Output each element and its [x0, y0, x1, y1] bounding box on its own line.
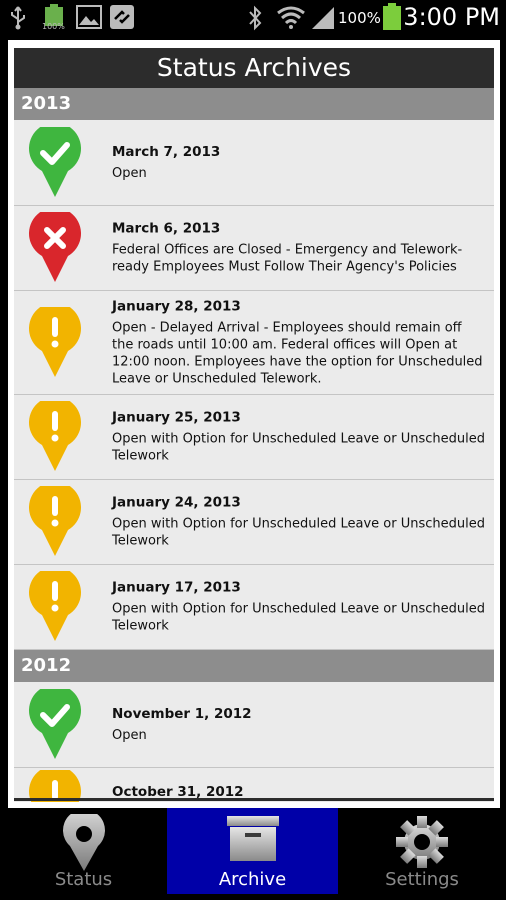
alert-pin-icon — [28, 571, 82, 643]
signal-icon — [310, 5, 336, 35]
battery-small-label: 100% — [42, 22, 65, 31]
archive-panel: Status Archives 2013 March 7, 2013 Open … — [8, 40, 500, 808]
list-item[interactable]: January 24, 2013 Open with Option for Un… — [14, 480, 494, 565]
wifi-icon — [276, 5, 306, 33]
open-pin-icon — [28, 126, 82, 199]
bluetooth-icon — [248, 5, 262, 35]
list-item[interactable]: January 17, 2013 Open with Option for Un… — [14, 565, 494, 650]
battery-full-icon — [44, 4, 64, 36]
list-item[interactable]: March 7, 2013 Open — [14, 120, 494, 206]
list-bottom-divider — [14, 798, 494, 801]
list-item[interactable]: January 25, 2013 Open with Option for Un… — [14, 395, 494, 480]
item-status: Federal Offices are Closed - Emergency a… — [112, 242, 463, 275]
usb-icon — [8, 5, 28, 35]
archive-list[interactable]: 2013 March 7, 2013 Open March 6, 2013 Fe… — [14, 88, 494, 802]
alert-pin-icon — [28, 486, 82, 558]
tab-bar: Status Archive Settings — [0, 808, 506, 900]
gallery-icon — [76, 5, 102, 33]
item-status: Open - Delayed Arrival - Employees shoul… — [112, 320, 483, 386]
item-date: January 28, 2013 — [112, 298, 241, 314]
item-date: January 25, 2013 — [112, 409, 241, 426]
year-header: 2013 — [14, 88, 494, 120]
item-date: November 1, 2012 — [112, 705, 252, 722]
archive-box-icon — [225, 814, 281, 868]
tab-label: Status — [54, 869, 113, 890]
open-pin-icon — [28, 688, 82, 761]
page-title: Status Archives — [14, 48, 494, 88]
tab-settings[interactable]: Settings — [338, 808, 506, 894]
item-status: Open with Option for Unscheduled Leave o… — [112, 601, 485, 634]
list-item[interactable]: March 6, 2013 Federal Offices are Closed… — [14, 206, 494, 291]
sync-icon — [110, 5, 134, 33]
tab-label: Archive — [218, 869, 287, 890]
item-date: January 17, 2013 — [112, 579, 241, 596]
clock: 3:00 PM — [403, 3, 500, 31]
year-header: 2012 — [14, 650, 494, 682]
gear-icon — [394, 814, 450, 874]
closed-pin-icon — [28, 212, 82, 284]
item-date: March 7, 2013 — [112, 143, 221, 160]
tab-archive[interactable]: Archive — [167, 808, 338, 894]
map-pin-icon — [61, 809, 107, 876]
item-status: Open with Option for Unscheduled Leave o… — [112, 516, 485, 549]
battery-icon — [383, 3, 401, 35]
alert-pin-icon — [28, 306, 82, 379]
item-status: Open — [112, 165, 147, 181]
status-bar: 100% 100% 3:00 PM — [0, 0, 506, 36]
list-item[interactable]: October 31, 2012 — [14, 768, 494, 802]
list-item[interactable]: January 28, 2013 Open - Delayed Arrival … — [14, 291, 494, 395]
item-status: Open with Option for Unscheduled Leave o… — [112, 431, 485, 464]
battery-percent: 100% — [338, 9, 381, 27]
tab-label: Settings — [385, 869, 459, 890]
tab-status[interactable]: Status — [0, 808, 167, 894]
item-date: March 6, 2013 — [112, 220, 221, 237]
list-item[interactable]: November 1, 2012 Open — [14, 682, 494, 768]
item-date: January 24, 2013 — [112, 494, 241, 511]
alert-pin-icon — [28, 401, 82, 473]
item-status: Open — [112, 727, 147, 743]
